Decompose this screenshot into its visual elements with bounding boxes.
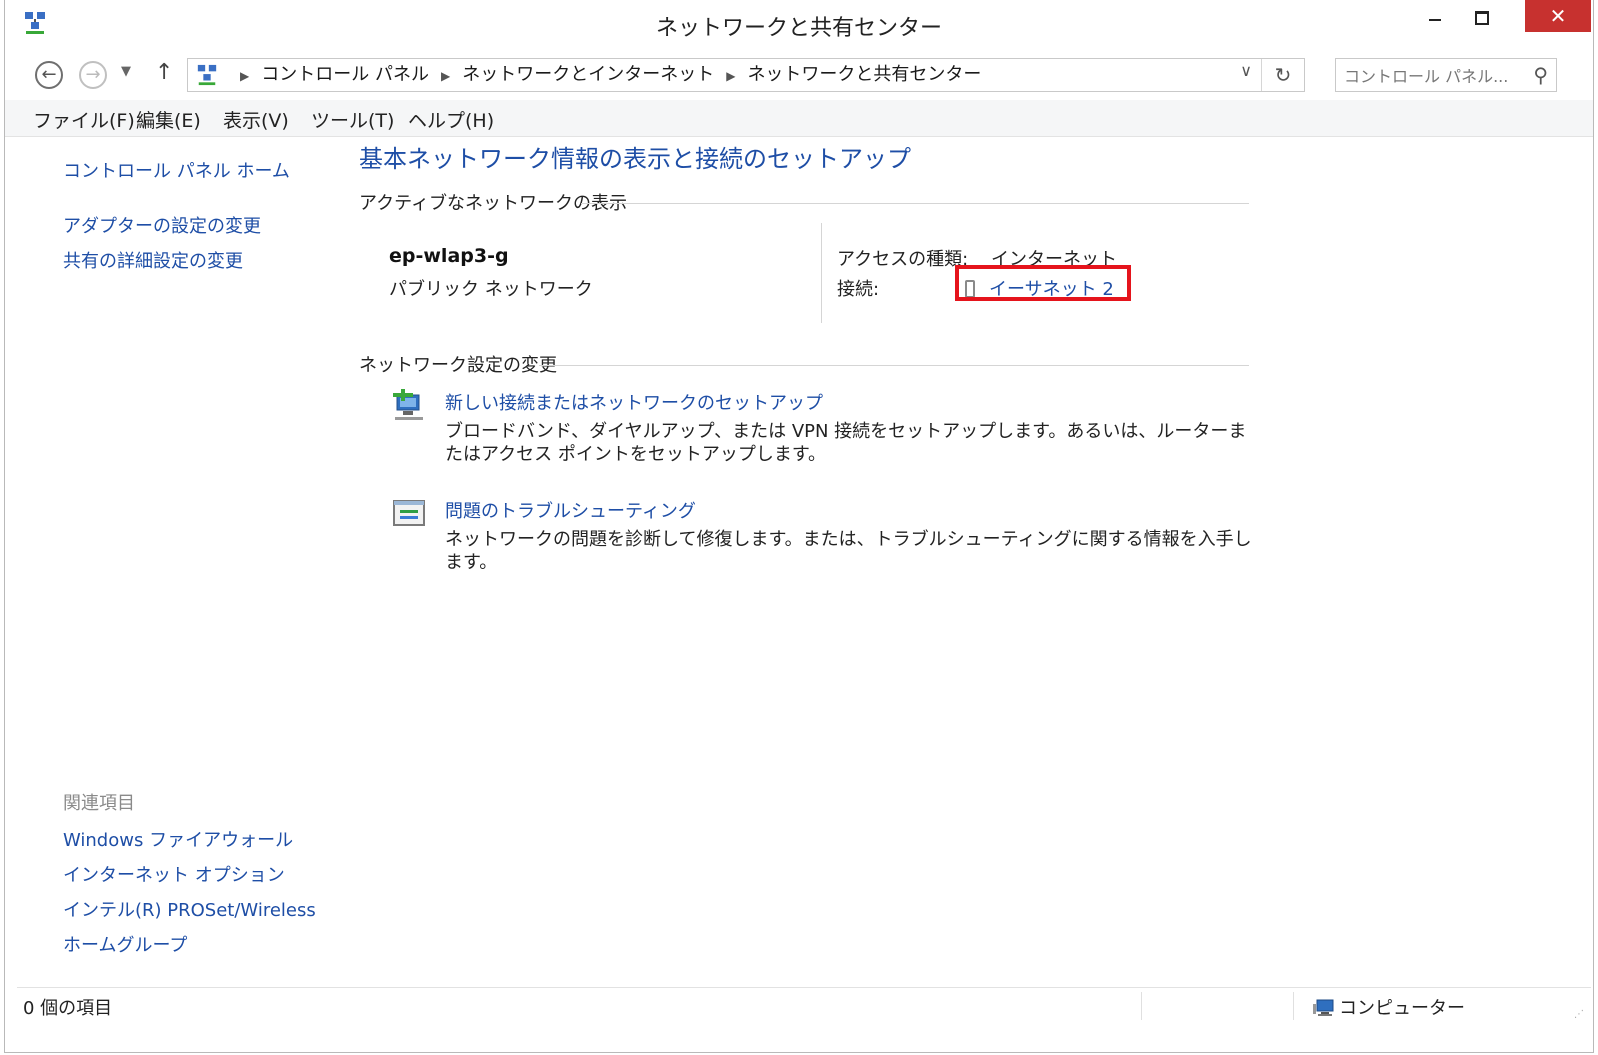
menu-file[interactable]: ファイル(F) bbox=[33, 106, 135, 133]
search-input[interactable] bbox=[1342, 62, 1516, 90]
sidebar-item-advanced-sharing[interactable]: 共有の詳細設定の変更 bbox=[63, 247, 243, 273]
breadcrumb-item[interactable]: ネットワークとインターネット bbox=[462, 64, 714, 85]
window: ネットワークと共有センター ✕ ← → ▼ ↑ ▶ コントロール パネル ▶ ネットワ… bbox=[4, 0, 1594, 1053]
network-setup-icon bbox=[393, 389, 423, 420]
up-button[interactable]: ↑ bbox=[155, 60, 173, 85]
access-type-label: アクセスの種類: bbox=[837, 249, 969, 270]
sidebar-item-internet-options[interactable]: インターネット オプション bbox=[63, 861, 285, 887]
zone-indicator: コンピューター bbox=[1313, 994, 1465, 1020]
status-divider bbox=[1293, 992, 1294, 1020]
menu-view[interactable]: 表示(V) bbox=[223, 106, 289, 133]
active-networks-heading: アクティブなネットワークの表示 bbox=[359, 193, 628, 214]
navigation-bar: ← → ▼ ↑ ▶ コントロール パネル ▶ ネットワークとインターネット ▶ ネットワー… bbox=[5, 54, 1593, 96]
new-connection-description: ブロードバンド、ダイヤルアップ、または VPN 接続をセットアップします。あるい… bbox=[445, 421, 1247, 465]
change-settings-heading: ネットワーク設定の変更 bbox=[359, 355, 557, 376]
network-type[interactable]: パブリック ネットワーク bbox=[389, 275, 593, 301]
menu-tools[interactable]: ツール(T) bbox=[311, 106, 394, 133]
sidebar: コントロール パネル ホーム アダプターの設定の変更 共有の詳細設定の変更 関連… bbox=[5, 137, 335, 983]
sidebar-item-adapter-settings[interactable]: アダプターの設定の変更 bbox=[63, 212, 261, 238]
item-count: 0 個の項目 bbox=[23, 998, 113, 1019]
network-divider bbox=[821, 223, 822, 323]
refresh-button[interactable]: ↻ bbox=[1261, 59, 1304, 91]
page-title: 基本ネットワーク情報の表示と接続のセットアップ bbox=[359, 145, 911, 173]
minimize-icon bbox=[1429, 19, 1441, 21]
maximize-button[interactable] bbox=[1459, 0, 1505, 32]
status-divider bbox=[1141, 992, 1142, 1020]
search-icon[interactable]: ⚲ bbox=[1533, 63, 1548, 87]
computer-icon bbox=[1313, 999, 1334, 1016]
sidebar-item-control-panel-home[interactable]: コントロール パネル ホーム bbox=[63, 157, 290, 183]
zone-label: コンピューター bbox=[1339, 998, 1465, 1019]
menu-edit[interactable]: 編集(E) bbox=[136, 106, 201, 133]
breadcrumb-item[interactable]: コントロール パネル bbox=[261, 64, 429, 85]
new-connection-link[interactable]: 新しい接続またはネットワークのセットアップ bbox=[445, 389, 823, 415]
breadcrumb: ▶ コントロール パネル ▶ ネットワークとインターネット ▶ ネットワークと共有センター bbox=[228, 59, 981, 91]
sidebar-item-homegroup[interactable]: ホームグループ bbox=[63, 931, 187, 957]
troubleshoot-description: ネットワークの問題を診断して修復します。または、トラブルシューティングに関する情… bbox=[445, 529, 1252, 573]
sidebar-item-windows-firewall[interactable]: Windows ファイアウォール bbox=[63, 826, 293, 852]
title-bar: ネットワークと共有センター ✕ bbox=[5, 0, 1593, 50]
troubleshoot-icon bbox=[393, 500, 425, 526]
highlight-box bbox=[955, 265, 1131, 301]
recent-locations-chevron-icon[interactable]: ▼ bbox=[121, 64, 131, 79]
section-divider bbox=[539, 365, 1249, 366]
breadcrumb-item[interactable]: ネットワークと共有センター bbox=[747, 64, 981, 85]
connection-label: 接続: bbox=[837, 279, 880, 300]
related-caption: 関連項目 bbox=[63, 793, 135, 814]
close-icon: ✕ bbox=[1549, 4, 1567, 28]
resize-grip-icon[interactable]: ⋰ bbox=[1574, 1009, 1585, 1020]
troubleshoot-link[interactable]: 問題のトラブルシューティング bbox=[445, 497, 696, 523]
network-center-icon bbox=[197, 64, 217, 86]
address-dropdown-chevron-icon[interactable]: ∨ bbox=[1240, 61, 1252, 80]
forward-button[interactable]: → bbox=[79, 61, 107, 89]
breadcrumb-separator-icon[interactable]: ▶ bbox=[441, 69, 450, 83]
back-button[interactable]: ← bbox=[35, 61, 63, 89]
window-title: ネットワークと共有センター bbox=[655, 16, 942, 41]
search-box[interactable]: ⚲ bbox=[1335, 58, 1557, 92]
menu-help[interactable]: ヘルプ(H) bbox=[408, 106, 494, 133]
network-name: ep-wlap3-g bbox=[389, 245, 509, 267]
sidebar-item-proset-wireless[interactable]: インテル(R) PROSet/Wireless bbox=[63, 896, 316, 922]
maximize-icon bbox=[1475, 11, 1489, 25]
address-bar[interactable]: ▶ コントロール パネル ▶ ネットワークとインターネット ▶ ネットワークと共有センター… bbox=[187, 58, 1305, 92]
breadcrumb-separator-icon[interactable]: ▶ bbox=[240, 69, 249, 83]
breadcrumb-separator-icon[interactable]: ▶ bbox=[726, 69, 735, 83]
status-bar: 0 個の項目 コンピューター ⋰ bbox=[17, 987, 1591, 1024]
close-button[interactable]: ✕ bbox=[1525, 0, 1591, 32]
minimize-button[interactable] bbox=[1413, 0, 1459, 32]
section-divider bbox=[581, 203, 1249, 204]
menu-bar: ファイル(F) 編集(E) 表示(V) ツール(T) ヘルプ(H) bbox=[5, 100, 1593, 137]
